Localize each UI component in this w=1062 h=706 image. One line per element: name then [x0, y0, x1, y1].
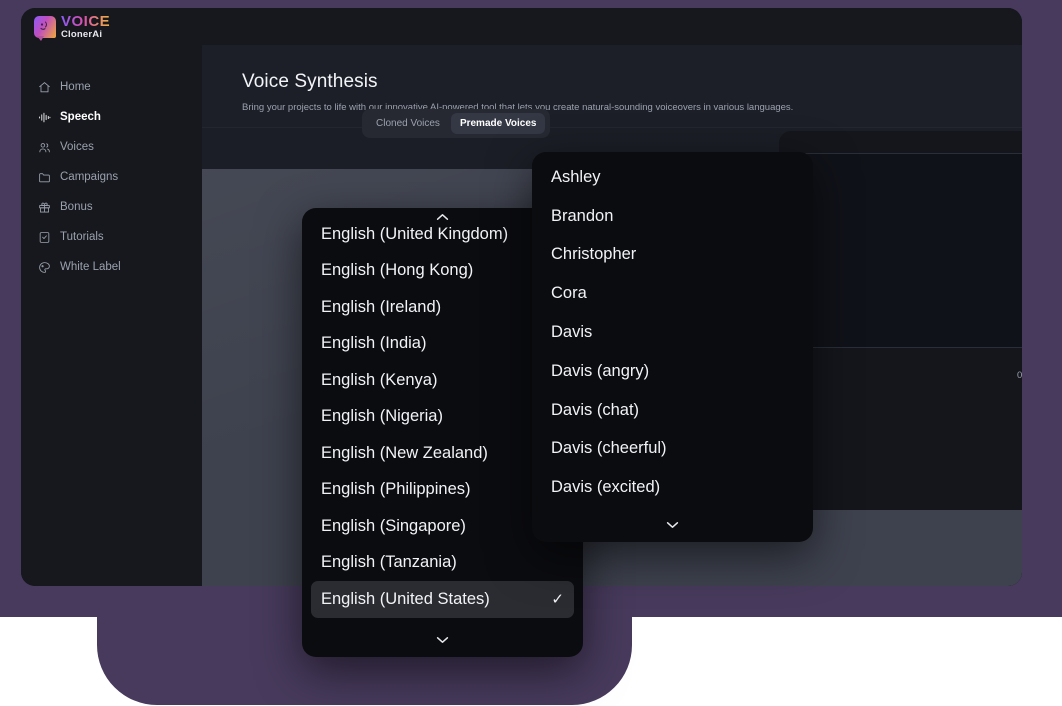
brand-logo[interactable]: VOICE ClonerAi: [34, 12, 111, 41]
waveform-icon: [38, 111, 51, 124]
language-option-label: English (Singapore): [321, 516, 466, 535]
sidebar-item-label: Tutorials: [60, 231, 104, 243]
face-glyph: [40, 21, 47, 30]
scroll-down-chevron-down-icon[interactable]: [302, 623, 583, 657]
sidebar-item-speech[interactable]: Speech: [21, 102, 202, 132]
language-option[interactable]: English (Tanzania): [311, 545, 574, 582]
page-header: Voice Synthesis Bring your projects to l…: [202, 45, 1022, 128]
voice-option[interactable]: Brandon: [541, 197, 804, 236]
palette-icon: [38, 261, 51, 274]
scroll-down-chevron-down-icon[interactable]: [532, 508, 813, 542]
voice-option-label: Davis (cheerful): [551, 439, 667, 458]
tab-premade-voices[interactable]: Premade Voices: [450, 113, 546, 134]
sidebar-item-label: White Label: [60, 261, 121, 273]
screen: VOICE ClonerAi Home Speech Voices Campai…: [0, 0, 1062, 706]
folder-icon: [38, 171, 51, 184]
character-counter: 0/$2000 characters: [1017, 369, 1022, 381]
language-option-label: English (New Zealand): [321, 443, 488, 462]
language-option-label: English (India): [321, 334, 427, 353]
tab-cloned-voices[interactable]: Cloned Voices: [367, 113, 449, 134]
sidebar-item-label: Voices: [60, 141, 94, 153]
page-subtitle: Bring your projects to life with our inn…: [242, 102, 794, 113]
sidebar-item-tutorials[interactable]: Tutorials: [21, 222, 202, 252]
sidebar-item-label: Bonus: [60, 201, 93, 213]
sidebar-item-voices[interactable]: Voices: [21, 132, 202, 162]
page-title: Voice Synthesis: [242, 71, 378, 92]
voice-option[interactable]: Christopher: [541, 236, 804, 275]
sidebar-item-home[interactable]: Home: [21, 72, 202, 102]
sidebar: Home Speech Voices Campaigns Bonus Tutor…: [21, 45, 202, 586]
sidebar-item-label: Speech: [60, 111, 101, 123]
voice-option-label: Brandon: [551, 206, 614, 225]
voice-option[interactable]: Davis (excited): [541, 468, 804, 507]
tab-label: Cloned Voices: [376, 118, 440, 129]
check-icon: ✓: [551, 591, 564, 609]
language-option-selected[interactable]: English (United States) ✓: [311, 581, 574, 618]
users-icon: [38, 141, 51, 154]
language-option-label: English (United Kingdom): [321, 224, 509, 243]
voice-option[interactable]: Davis (angry): [541, 352, 804, 391]
composer-footer: 0/$2000 characters Generate Speech: [800, 362, 1022, 388]
language-option-label: English (Kenya): [321, 370, 438, 389]
voice-option-label: Davis (chat): [551, 400, 640, 419]
language-option-label: English (Tanzania): [321, 553, 457, 572]
voice-option[interactable]: Davis (chat): [541, 391, 804, 430]
logo-bar: VOICE ClonerAi: [21, 8, 1022, 45]
gift-icon: [38, 201, 51, 214]
voice-option[interactable]: Davis (cheerful): [541, 430, 804, 469]
sidebar-item-bonus[interactable]: Bonus: [21, 192, 202, 222]
voice-option-label: Davis (excited): [551, 478, 661, 497]
voice-option-label: Cora: [551, 284, 587, 303]
book-icon: [38, 231, 51, 244]
voice-option[interactable]: Cora: [541, 274, 804, 313]
voice-option-list: Ashley Brandon Christopher Cora Davis Da…: [532, 152, 813, 507]
language-option-label: English (Hong Kong): [321, 261, 474, 280]
language-option-label: English (Nigeria): [321, 407, 443, 426]
voice-dropdown-menu: Ashley Brandon Christopher Cora Davis Da…: [532, 152, 813, 542]
language-option-label: English (United States): [321, 589, 490, 608]
voice-option-label: Davis (angry): [551, 361, 650, 380]
voice-option-label: Davis: [551, 323, 593, 342]
voice-option[interactable]: Ashley: [541, 158, 804, 197]
composer-card: 0/$2000 characters Generate Speech: [779, 131, 1022, 510]
language-option-label: English (Philippines): [321, 480, 471, 499]
home-icon: [38, 81, 51, 94]
sidebar-item-label: Campaigns: [60, 171, 119, 183]
brand-name-bottom: ClonerAi: [61, 29, 103, 40]
voice-option[interactable]: Davis: [541, 313, 804, 352]
speech-text-input[interactable]: [800, 153, 1022, 348]
voice-option-label: Christopher: [551, 245, 637, 264]
sidebar-item-label: Home: [60, 81, 91, 93]
tab-label: Premade Voices: [459, 118, 537, 129]
sidebar-item-white-label[interactable]: White Label: [21, 252, 202, 282]
sidebar-item-campaigns[interactable]: Campaigns: [21, 162, 202, 192]
voice-option-label: Ashley: [551, 167, 601, 186]
language-option-label: English (Ireland): [321, 297, 442, 316]
speech-bubble-face-icon: [34, 15, 56, 41]
voice-source-tabs: Cloned Voices Premade Voices: [362, 109, 551, 138]
brand-name-top: VOICE: [61, 12, 111, 30]
